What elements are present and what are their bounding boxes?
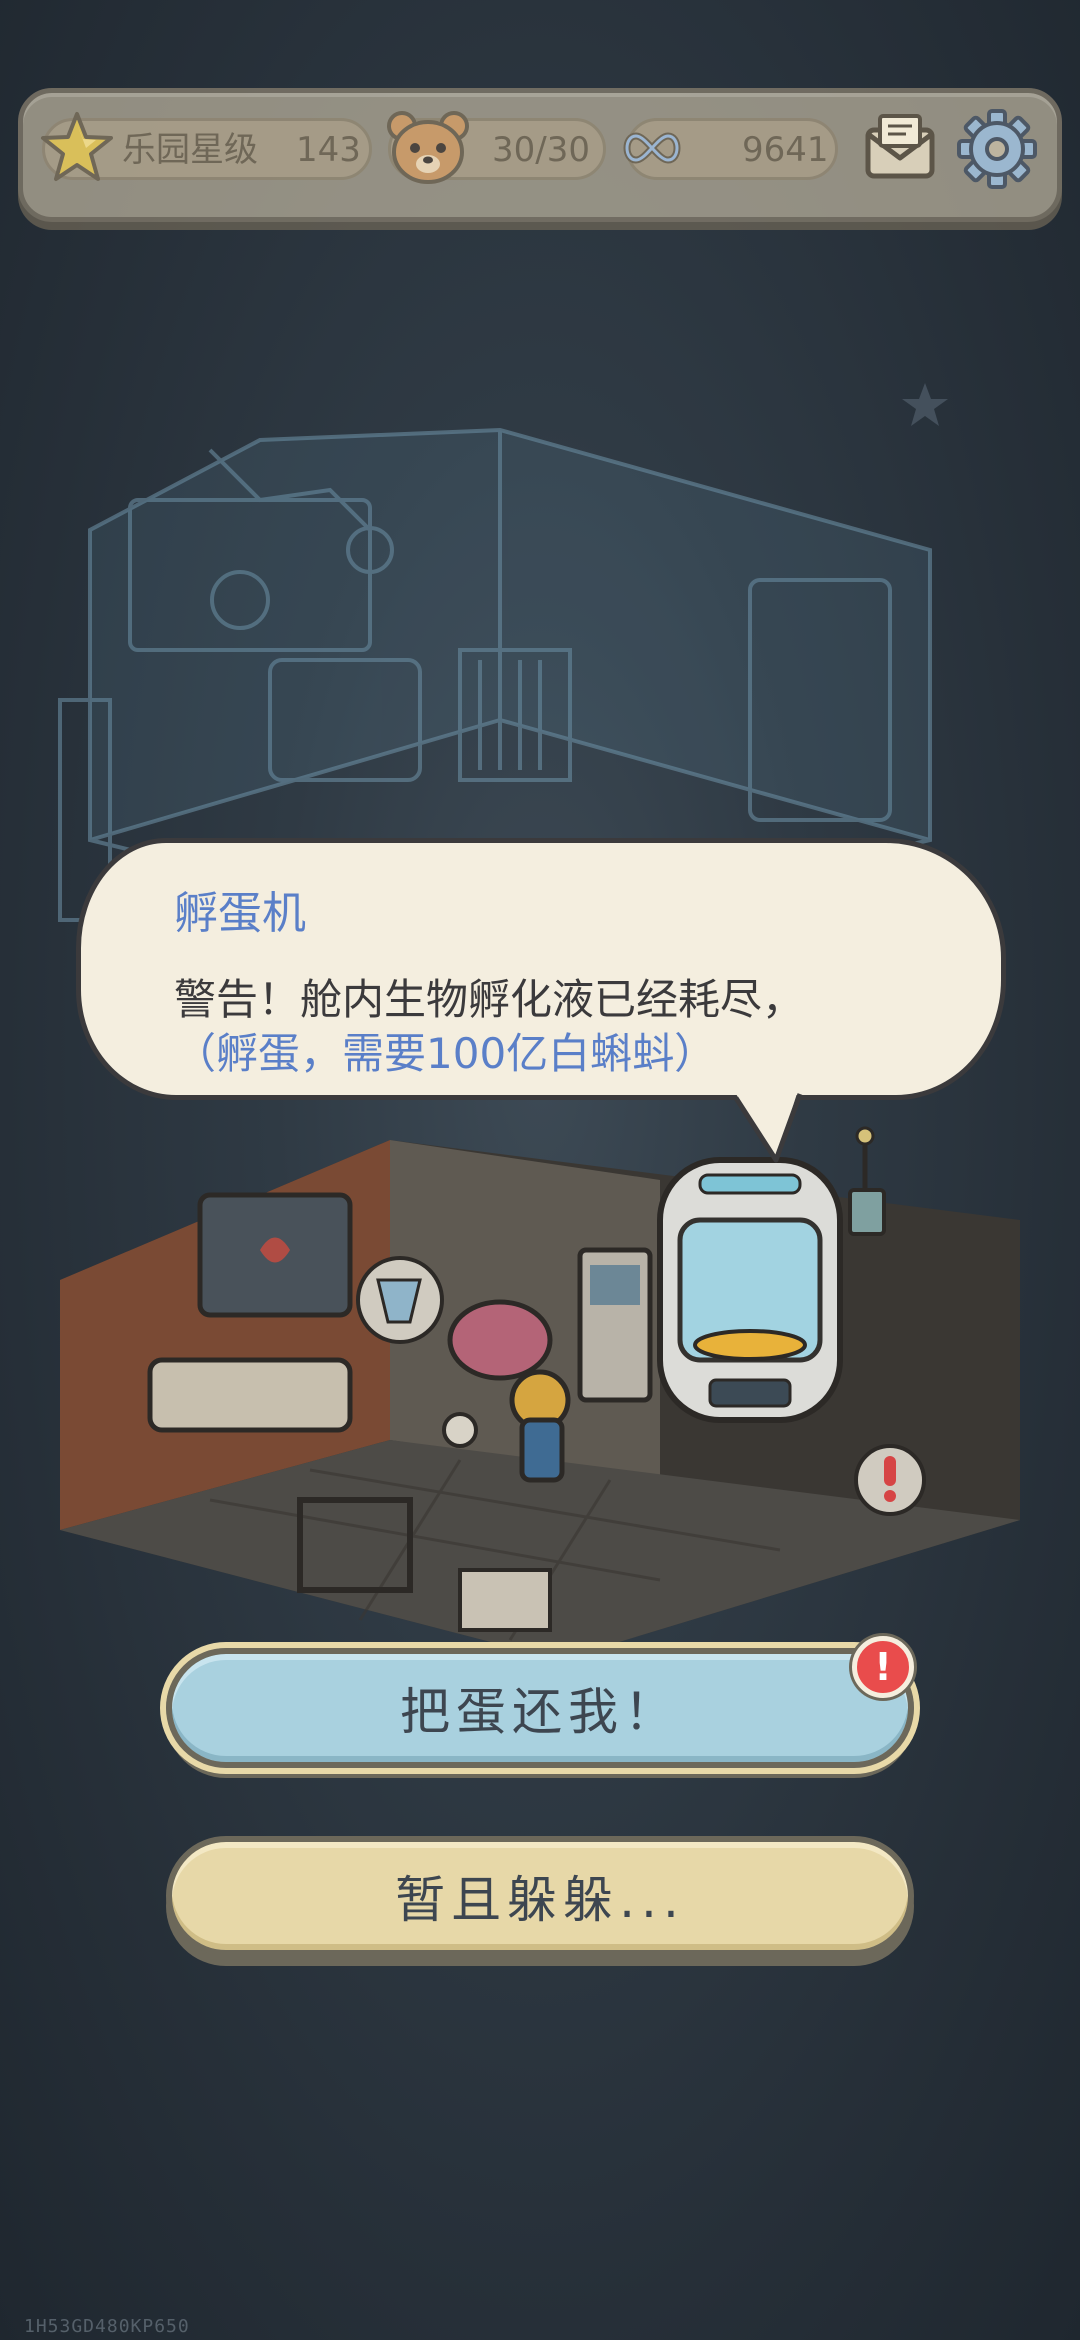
park-rating-value: 143 bbox=[296, 130, 361, 170]
hide-for-now-button[interactable]: 暂且躲躲... bbox=[166, 1836, 914, 1956]
mail-icon[interactable] bbox=[862, 110, 938, 186]
bear-count-value: 30/30 bbox=[492, 130, 590, 170]
device-id-watermark: 1H53GD480KP650 bbox=[24, 2316, 190, 2337]
dialog-warning-text: 警告！舱内生物孵化液已经耗尽， bbox=[174, 975, 805, 1024]
return-egg-button[interactable]: 把蛋还我！ bbox=[160, 1642, 920, 1774]
park-rating-label: 乐园星级 bbox=[122, 130, 258, 170]
currency-value: 9641 bbox=[742, 130, 829, 170]
infinity-icon bbox=[623, 132, 681, 164]
lab-room bbox=[60, 1126, 1020, 1660]
dialog-requirement-text: （孵蛋，需要100亿白蝌蚪） bbox=[174, 1029, 717, 1078]
dialog-bubble-tail bbox=[730, 1084, 803, 1163]
alert-badge-mark: ! bbox=[874, 1645, 892, 1689]
star-icon bbox=[41, 112, 113, 181]
alert-badge-icon: ! bbox=[852, 1636, 914, 1698]
return-egg-button-label: 把蛋还我！ bbox=[400, 1683, 680, 1741]
dialog-speaker-name: 孵蛋机 bbox=[174, 888, 306, 939]
gear-icon[interactable] bbox=[956, 108, 1038, 190]
bear-icon bbox=[387, 111, 469, 184]
hide-for-now-button-label: 暂且躲躲... bbox=[395, 1871, 685, 1929]
